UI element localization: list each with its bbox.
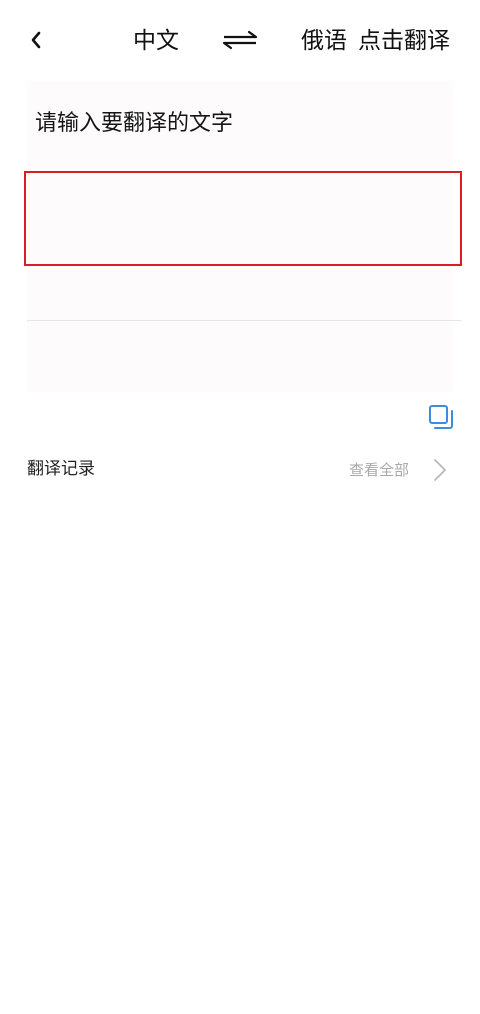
target-language-selector[interactable]: 俄语 (301, 24, 347, 58)
swap-languages-button[interactable] (220, 28, 260, 52)
view-all-link[interactable]: 查看全部 (349, 457, 409, 483)
back-button[interactable] (24, 26, 48, 54)
translate-screen: 中文 俄语 点击翻译 请输入要翻译的文字 翻译记录 查看全部 (0, 0, 480, 1014)
divider (27, 320, 461, 321)
view-all-chevron[interactable] (430, 457, 450, 483)
input-panel: 请输入要翻译的文字 (27, 82, 461, 392)
text-input-area[interactable] (27, 180, 453, 356)
input-prompt: 请输入要翻译的文字 (35, 111, 234, 136)
history-title: 翻译记录 (27, 459, 95, 479)
swap-arrows-icon (222, 30, 258, 50)
top-bar: 中文 俄语 点击翻译 (0, 0, 480, 82)
copy-icon (429, 405, 453, 429)
copy-button[interactable] (427, 403, 455, 431)
chevron-right-icon (434, 459, 446, 481)
chevron-left-icon (31, 31, 41, 49)
source-language-selector[interactable]: 中文 (133, 24, 179, 58)
translate-button[interactable]: 点击翻译 (358, 24, 450, 58)
